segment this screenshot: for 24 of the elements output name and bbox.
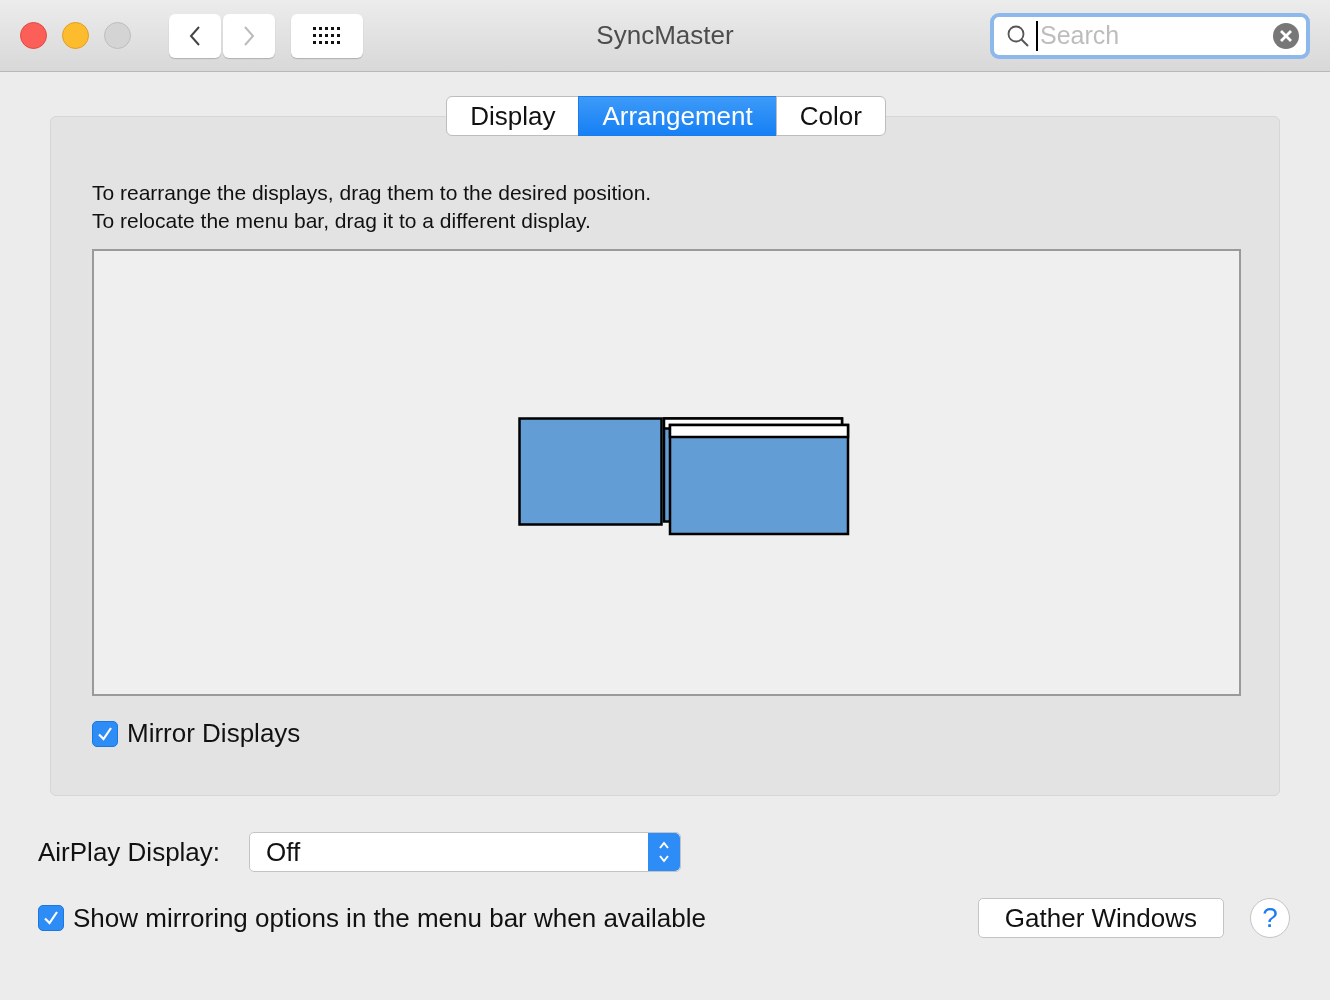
instruction-text: To relocate the menu bar, drag it to a different display. [92,208,592,234]
back-button[interactable] [169,13,221,58]
help-button[interactable]: ? [1250,898,1290,938]
show-all-button[interactable] [291,13,363,58]
grid-icon [312,25,342,46]
close-button[interactable] [20,22,47,49]
airplay-label: AirPlay Display: [38,836,222,868]
checkbox[interactable] [92,720,118,747]
show-mirroring-checkbox[interactable]: Show mirroring options in the menu bar when available [38,902,706,934]
tab[interactable]: Color [775,96,886,136]
window-title: SyncMaster [596,20,734,51]
chevron-left-icon [188,24,202,47]
checkbox[interactable] [38,905,64,931]
tab[interactable]: Display [446,96,580,136]
search-bar[interactable]: Search [990,12,1310,59]
search-icon [1006,23,1030,48]
mirror-displays-checkbox[interactable]: Mirror Displays [92,718,1241,749]
instruction-text: To rearrange the displays, drag them to the desired position. [92,180,653,206]
airplay-dropdown[interactable]: Off [249,832,681,872]
checkmark-icon [42,909,60,927]
gather-windows-button[interactable]: Gather Windows [977,898,1224,938]
updown-icon [648,833,680,871]
chevron-right-icon [242,24,256,47]
clear-icon[interactable] [1272,21,1300,50]
